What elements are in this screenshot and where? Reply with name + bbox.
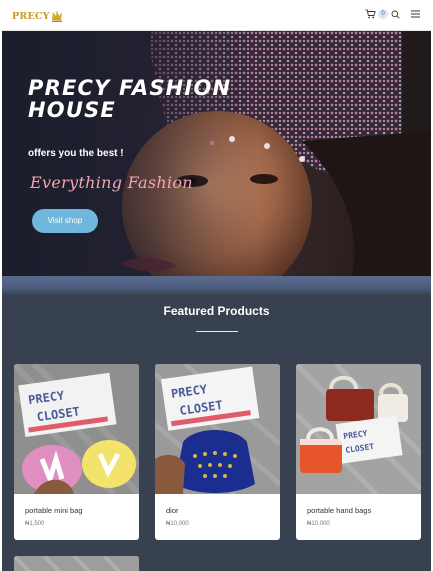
product-price: ₦10,000 [307, 521, 330, 527]
product-image[interactable] [14, 556, 139, 571]
heading-underline [196, 331, 238, 332]
product-name[interactable]: portable mini bag [25, 506, 83, 515]
product-image[interactable]: PRECY CLOSET [155, 364, 280, 494]
cart-count-badge: 0 [378, 9, 388, 19]
hero-title: PRECY FASHION HOUSE [28, 76, 232, 122]
hero-banner: PRECY FASHION HOUSE offers you the best … [2, 31, 431, 276]
cart-icon [365, 9, 376, 19]
hero-subtitle: offers you the best ! [28, 148, 124, 159]
logo-text: PRECY [12, 10, 50, 22]
product-image[interactable]: PRECY CLOSET [296, 364, 421, 494]
product-card[interactable]: PRECY CLOSET dior ₦10,000 [155, 364, 280, 540]
cart-button[interactable]: 0 [365, 9, 388, 19]
product-image[interactable]: PRECY CLOSET [14, 364, 139, 494]
featured-products-heading: Featured Products [163, 304, 270, 318]
product-name[interactable]: dior [166, 506, 179, 515]
page: PRECY 0 PRECY FASHION HOUSE offers you t… [2, 0, 431, 571]
product-price: ₦10,000 [166, 521, 189, 527]
menu-icon[interactable] [411, 10, 420, 18]
product-card[interactable] [14, 556, 139, 571]
site-logo[interactable]: PRECY [12, 6, 63, 26]
product-name[interactable]: portable hand bags [307, 506, 371, 515]
product-price: ₦1,500 [25, 521, 45, 527]
product-card[interactable]: PRECY CLOSET portable mini bag ₦1,500 [14, 364, 139, 540]
product-card[interactable]: PRECY CLOSET portable hand bags ₦10,000 [296, 364, 421, 540]
section-divider-band [2, 276, 431, 294]
search-icon[interactable] [391, 10, 400, 19]
crown-icon [51, 10, 62, 22]
visit-shop-button[interactable]: Visit shop [32, 209, 98, 233]
site-header: PRECY 0 [2, 0, 431, 31]
hero-tagline: Everything Fashion [30, 173, 193, 192]
